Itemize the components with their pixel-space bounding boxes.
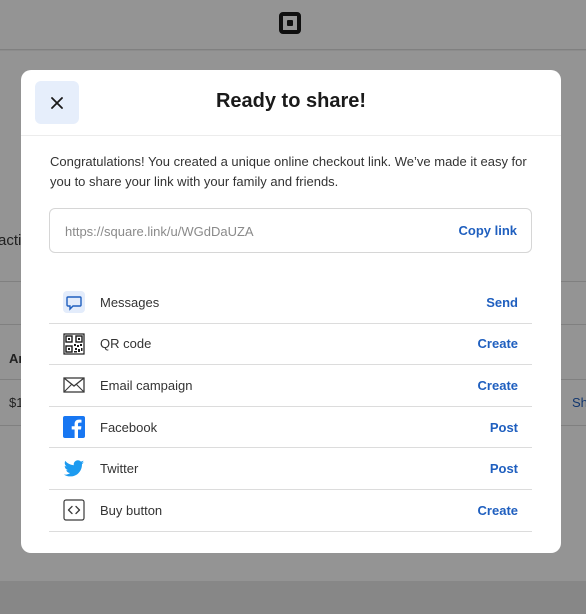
share-label-messages: Messages xyxy=(100,294,160,310)
intro-text: Congratulations! You created a unique on… xyxy=(50,154,527,189)
post-twitter-button[interactable]: Post xyxy=(490,461,518,476)
facebook-icon xyxy=(63,416,85,439)
envelope-icon xyxy=(63,374,85,396)
code-brackets-icon xyxy=(63,499,85,521)
share-label-facebook: Facebook xyxy=(100,419,158,435)
dialog-header: Ready to share! xyxy=(21,70,561,136)
post-facebook-button[interactable]: Post xyxy=(490,420,518,435)
share-row-facebook: Facebook Post xyxy=(49,407,532,449)
share-row-twitter: Twitter Post xyxy=(49,448,532,490)
share-row-email-campaign: Email campaign Create xyxy=(49,365,532,407)
share-label-qr-code: QR code xyxy=(100,336,152,352)
qr-code-icon xyxy=(63,333,85,355)
create-buy-button-button[interactable]: Create xyxy=(478,503,518,518)
twitter-icon xyxy=(63,458,85,480)
share-options-list: Messages Send QR code Create Email campa… xyxy=(49,282,532,532)
share-row-messages: Messages Send xyxy=(49,282,532,324)
share-label-email-campaign: Email campaign xyxy=(100,377,193,393)
share-row-qr-code: QR code Create xyxy=(49,324,532,366)
share-label-twitter: Twitter xyxy=(100,461,139,477)
copy-link-button[interactable]: Copy link xyxy=(458,223,517,238)
share-row-buy-button: Buy button Create xyxy=(49,490,532,532)
create-qr-code-button[interactable]: Create xyxy=(478,336,518,351)
checkout-link-field: Copy link xyxy=(49,208,532,253)
share-dialog: Ready to share! Congratulations! You cre… xyxy=(21,70,561,553)
send-messages-button[interactable]: Send xyxy=(486,295,518,310)
checkout-link-input[interactable] xyxy=(65,222,405,240)
create-email-campaign-button[interactable]: Create xyxy=(478,378,518,393)
message-bubble-icon xyxy=(63,291,85,314)
dialog-title: Ready to share! xyxy=(215,90,367,112)
share-label-buy-button: Buy button xyxy=(100,502,163,518)
